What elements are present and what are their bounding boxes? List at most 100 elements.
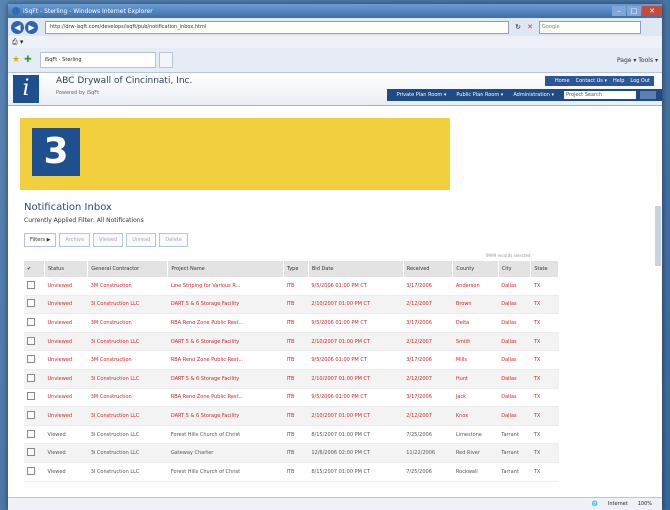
browser-tab[interactable]: iSqFt - Sterling <box>39 52 156 68</box>
cell-state: TX <box>530 388 559 408</box>
col-county[interactable]: County <box>452 261 499 277</box>
cell-county: Smith <box>452 332 499 352</box>
row-checkbox[interactable] <box>24 443 45 463</box>
status-bar: 🌐 Internet 100% <box>8 497 662 510</box>
cell-gc: 3i Construction LLC <box>87 406 168 426</box>
row-checkbox[interactable] <box>24 332 45 352</box>
minimize-button[interactable]: – <box>612 6 626 16</box>
cell-project[interactable]: DART 5 & 6 Storage Facility <box>167 369 284 389</box>
cell-state: TX <box>530 277 559 296</box>
select-all-checkbox[interactable]: ✔ <box>24 261 45 277</box>
search-input[interactable]: Google <box>539 20 641 34</box>
cell-received: 2/12/2007 <box>403 295 453 315</box>
delete-button[interactable]: Delete <box>159 233 188 247</box>
nav-administration[interactable]: Administration ▾ <box>513 92 554 98</box>
tab-row: ★ ✚ iSqFt - Sterling Page ▾ Tools ▾ <box>8 48 662 73</box>
cell-project[interactable]: Gateway Charter <box>167 443 284 463</box>
row-checkbox[interactable] <box>24 388 45 408</box>
cell-state: TX <box>530 332 559 352</box>
cell-project[interactable]: Line Striping for Various R... <box>167 277 284 296</box>
cell-project[interactable]: Forest Hills Church of Christ <box>167 462 284 482</box>
new-tab-button[interactable] <box>158 52 173 68</box>
row-checkbox[interactable] <box>24 462 45 482</box>
project-search-input[interactable]: Project Search <box>564 91 636 99</box>
cell-status: Viewed <box>44 443 88 463</box>
row-checkbox[interactable] <box>24 295 45 315</box>
add-favorite-icon[interactable]: ✚ <box>24 55 32 65</box>
viewed-button[interactable]: Viewed <box>93 233 124 247</box>
app-header: i ABC Drywall of Cincinnati, Inc. Powere… <box>8 73 662 106</box>
row-checkbox[interactable] <box>24 425 45 445</box>
col-type[interactable]: Type <box>283 261 309 277</box>
filters-button[interactable]: Filters ▶ <box>24 233 57 247</box>
cell-type: ITB <box>283 350 309 370</box>
cell-county: Brown <box>452 295 499 315</box>
project-search-button[interactable] <box>640 91 656 99</box>
menu-row: ⎙ ▾ <box>8 36 662 48</box>
back-button[interactable]: ◀ <box>11 20 24 34</box>
link-contact[interactable]: Contact Us ▾ <box>576 78 607 84</box>
nav-private-plan-room[interactable]: Private Plan Room ▾ <box>397 92 447 98</box>
refresh-icon[interactable]: ↻ <box>513 22 523 32</box>
col-received[interactable]: Received <box>403 261 454 277</box>
stop-icon[interactable]: ✕ <box>525 22 535 32</box>
table-row[interactable]: Unviewed 3i Construction LLC DART 5 & 6 St… <box>24 295 559 315</box>
unread-button[interactable]: Unread <box>126 233 157 247</box>
close-button[interactable]: ✕ <box>642 6 662 16</box>
table-row[interactable]: Unviewed 3i Construction LLC DART 5 & 6 St… <box>24 406 559 426</box>
row-checkbox[interactable] <box>24 350 45 370</box>
table-row[interactable]: Unviewed 3M Construction RBA Reno Zone Pub… <box>24 313 559 333</box>
link-help[interactable]: Help <box>613 78 624 84</box>
col-city[interactable]: City <box>498 261 532 277</box>
cell-project[interactable]: Forest Hills Church of Christ <box>167 425 284 445</box>
nav-public-plan-room[interactable]: Public Plan Room ▾ <box>456 92 503 98</box>
cell-type: ITB <box>283 462 309 482</box>
row-checkbox[interactable] <box>24 369 45 389</box>
command-bar[interactable]: Page ▾ Tools ▾ <box>617 57 658 64</box>
cell-city: Dallas <box>498 295 531 315</box>
cell-project[interactable]: DART 5 & 6 Storage Facility <box>167 332 284 352</box>
cell-bid: 8/15/2007 01:00 PM CT <box>308 425 404 445</box>
cell-project[interactable]: DART 5 & 6 Storage Facility <box>167 295 284 315</box>
cell-city: Tarrant <box>498 425 531 445</box>
cell-project[interactable]: RBA Reno Zone Public Rest... <box>167 388 284 408</box>
cell-project[interactable]: DART 5 & 6 Storage Facility <box>167 406 284 426</box>
page-icon[interactable]: ⎙ ▾ <box>12 38 23 47</box>
table-row[interactable]: Viewed 3i Construction LLC Forest Hills Ch… <box>24 425 559 445</box>
cell-project[interactable]: RBA Reno Zone Public Rest... <box>167 350 284 370</box>
cell-bid: 8/15/2007 01:00 PM CT <box>308 462 404 482</box>
cell-state: TX <box>530 462 559 482</box>
cell-type: ITB <box>283 443 309 463</box>
zoom-level[interactable]: 100% <box>638 501 652 507</box>
cell-gc: 3i Construction LLC <box>87 332 168 352</box>
row-checkbox[interactable] <box>24 406 45 426</box>
table-row[interactable]: Unviewed 3M Construction Line Striping for… <box>24 277 559 296</box>
favorites-star-icon[interactable]: ★ <box>12 55 20 65</box>
cell-bid: 2/10/2007 01:00 PM CT <box>308 332 404 352</box>
row-checkbox[interactable] <box>24 277 45 296</box>
link-home[interactable]: Home <box>555 78 570 84</box>
table-row[interactable]: Viewed 3i Construction LLC Gateway Charter… <box>24 443 559 463</box>
col-state[interactable]: State <box>530 261 559 277</box>
cell-received: 2/12/2007 <box>403 369 453 389</box>
cell-status: Viewed <box>44 462 88 482</box>
link-logout[interactable]: Log Out <box>630 78 650 84</box>
cell-county: Rockwall <box>452 462 499 482</box>
col-project-name[interactable]: Project Name <box>167 261 284 277</box>
scrollbar-thumb[interactable] <box>655 206 661 266</box>
col-general-contractor[interactable]: General Contractor <box>87 261 169 277</box>
forward-button[interactable]: ▶ <box>25 20 38 34</box>
col-bid-date[interactable]: Bid Date <box>308 261 404 277</box>
table-row[interactable]: Unviewed 3i Construction LLC DART 5 & 6 St… <box>24 332 559 352</box>
maximize-button[interactable]: □ <box>627 6 641 16</box>
table-row[interactable]: Unviewed 3M Construction RBA Reno Zone Pub… <box>24 350 559 370</box>
cell-status: Unviewed <box>44 388 88 408</box>
col-status[interactable]: Status <box>44 261 89 277</box>
row-checkbox[interactable] <box>24 313 45 333</box>
url-field[interactable]: http://drw-isqft.com/develops/isqft/pub/… <box>45 20 509 34</box>
table-row[interactable]: Unviewed 3M Construction RBA Reno Zone Pub… <box>24 388 559 408</box>
table-row[interactable]: Unviewed 3i Construction LLC DART 5 & 6 St… <box>24 369 559 389</box>
cell-project[interactable]: RBA Reno Zone Public Rest... <box>167 313 284 333</box>
table-row[interactable]: Viewed 3i Construction LLC Forest Hills Ch… <box>24 462 559 482</box>
archive-button[interactable]: Archive <box>59 233 91 247</box>
